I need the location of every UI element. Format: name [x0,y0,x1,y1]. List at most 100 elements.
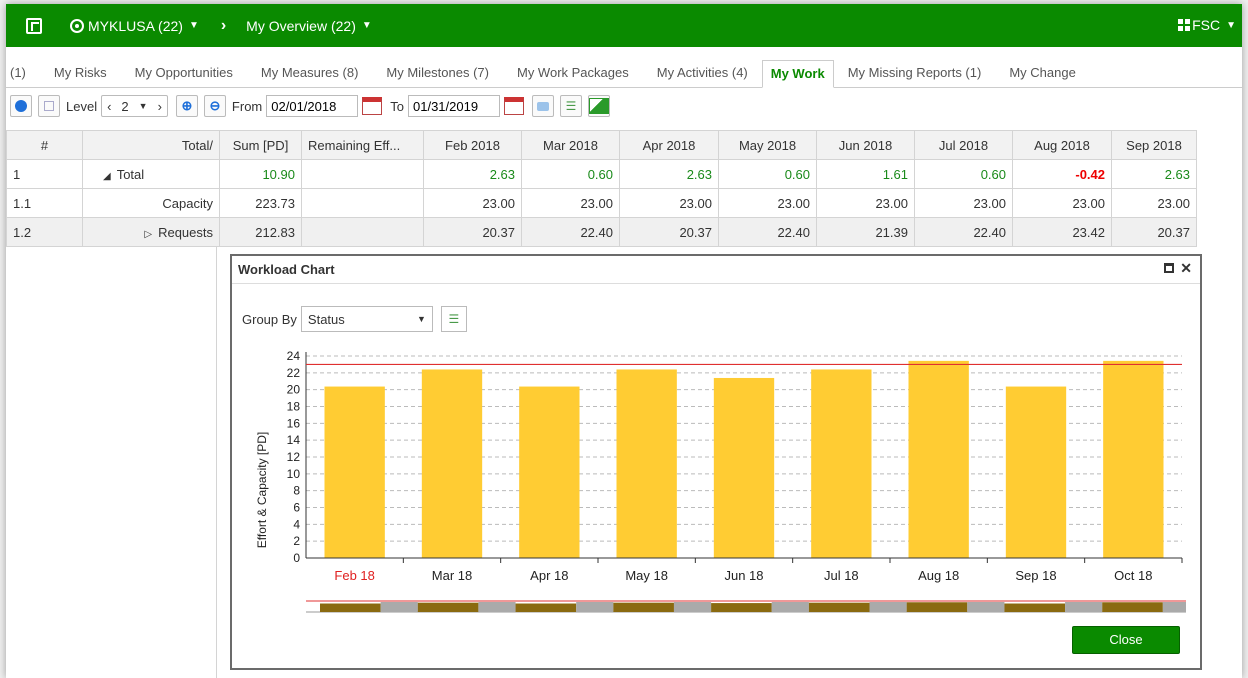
comment-button[interactable] [532,95,554,117]
column-header[interactable]: # [6,130,83,160]
refresh-button[interactable] [10,95,32,117]
tab-7[interactable]: My Work [761,60,834,88]
row-number: 1 [6,159,83,189]
row-number: 1.1 [6,188,83,218]
project-name: MYKLUSA (22) [88,17,183,34]
column-header[interactable]: Sum [PD] [219,130,302,160]
y-tick-label: 24 [287,349,301,363]
chevron-right-icon: › [220,16,227,34]
bar-jul-18[interactable] [811,369,872,558]
x-tick-label: Oct 18 [1114,568,1152,583]
y-tick-label: 22 [287,366,301,380]
column-header[interactable]: May 2018 [718,130,817,160]
grid-icon [1178,19,1191,31]
group-by-select[interactable]: Status ▼ [300,306,433,332]
chevron-left-icon[interactable]: ‹ [102,99,116,114]
tab-0[interactable]: (1) [6,65,40,87]
cell-value: 21.39 [816,217,915,247]
level-stepper[interactable]: ‹ 2 ▼ › [101,95,168,117]
from-label: From [231,98,263,114]
user-label: FSC [1192,17,1221,33]
x-tick-label: May 18 [625,568,668,583]
chevron-down-icon[interactable]: ▼ [134,101,153,111]
column-header[interactable]: Sep 2018 [1111,130,1197,160]
cell-value: 22.40 [521,217,620,247]
column-header[interactable]: Jul 2018 [914,130,1013,160]
tab-9[interactable]: My Change [995,65,1089,87]
bar-aug-18[interactable] [908,360,969,558]
close-button[interactable]: Close [1072,626,1180,654]
to-date-input[interactable] [408,95,500,117]
cell-value: 0.60 [718,159,817,189]
expand-row-icon[interactable]: ▷ [144,229,152,240]
x-tick-label: Apr 18 [530,568,568,583]
zoom-out-button[interactable]: ⊖ [203,95,226,117]
y-tick-label: 12 [287,450,301,464]
from-date-input[interactable] [266,95,359,117]
toolbar: Level ‹ 2 ▼ › ⊕ ⊖ From To ☰ [6,92,1242,120]
column-header[interactable]: Remaining Eff... [301,130,424,160]
user-menu[interactable]: FSC ▼ [1178,17,1236,33]
column-header[interactable]: Jun 2018 [816,130,915,160]
close-icon[interactable]: ✕ [1180,261,1192,275]
chevron-right-icon[interactable]: › [153,99,167,114]
list-button[interactable]: ☰ [560,95,582,117]
table-header-row: # Total/ Sum [PD] Remaining Eff... Feb 2… [6,130,1197,160]
cell-value: 23.00 [423,188,522,218]
app-menu-icon[interactable] [26,17,42,34]
tab-2[interactable]: My Opportunities [121,65,247,87]
column-header[interactable]: Feb 2018 [423,130,522,160]
cell-remaining [301,217,424,247]
workload-chart-dialog: Workload Chart ✕ Group By Status ▼ ☰ Eff… [230,254,1202,670]
column-header[interactable]: Total/ [82,130,220,160]
bar-sep-18[interactable] [1005,386,1067,558]
tab-5[interactable]: My Work Packages [503,65,643,87]
cell-value: 1.61 [816,159,915,189]
x-tick-label: Jun 18 [724,568,763,583]
bar-apr-18[interactable] [519,386,580,558]
calendar-icon[interactable] [504,97,524,115]
bar-mar-18[interactable] [421,369,483,558]
project-selector[interactable]: MYKLUSA (22) ▼ [70,18,199,34]
table-row[interactable]: 1 ◢ Total 10.90 2.63 0.60 2.63 0.60 1.61 … [6,159,1197,189]
collapse-icon[interactable]: ◢ [103,171,111,182]
bar-oct-18[interactable] [1103,360,1164,558]
y-tick-label: 2 [293,534,300,548]
bar-may-18[interactable] [616,369,677,558]
navigator-gap [1065,602,1103,612]
column-header[interactable]: Mar 2018 [521,130,620,160]
cell-remaining [301,159,424,189]
tab-4[interactable]: My Milestones (7) [372,65,503,87]
zoom-in-button[interactable]: ⊕ [175,95,198,117]
row-name-label: Total [116,166,145,182]
navigator-bar [417,602,479,612]
y-tick-label: 10 [287,467,301,481]
y-tick-label: 16 [287,416,301,430]
column-header[interactable]: Apr 2018 [619,130,719,160]
row-name: ▷ Requests [82,217,220,247]
maximize-icon[interactable] [1164,263,1175,273]
group-by-label: Group By [242,311,297,327]
row-name: ◢ Total [82,159,220,189]
bar-feb-18[interactable] [324,386,385,558]
calendar-icon[interactable] [362,97,383,115]
view-selector[interactable]: My Overview (22) ▼ [246,18,372,34]
chevron-down-icon: ▼ [361,20,372,31]
navigator-gap [869,602,907,612]
navigator-bar [320,603,381,612]
view-name: My Overview (22) [246,17,356,34]
cell-value: 0.60 [521,159,620,189]
table-row[interactable]: 1.2 ▷ Requests 212.83 20.37 22.40 20.37 2… [6,217,1197,247]
cell-value: 23.00 [521,188,620,218]
chart-navigator[interactable] [306,598,1186,620]
table-row[interactable]: 1.1 Capacity 223.73 23.00 23.00 23.00 23… [6,188,1197,218]
tab-3[interactable]: My Measures (8) [247,65,373,87]
tab-8[interactable]: My Missing Reports (1) [834,65,996,87]
tab-6[interactable]: My Activities (4) [643,65,762,87]
legend-button[interactable]: ☰ [440,306,467,332]
tab-1[interactable]: My Risks [40,65,121,87]
expand-button[interactable] [38,95,60,117]
workload-chart-button[interactable] [588,95,610,117]
column-header[interactable]: Aug 2018 [1012,130,1112,160]
bar-jun-18[interactable] [713,377,775,558]
